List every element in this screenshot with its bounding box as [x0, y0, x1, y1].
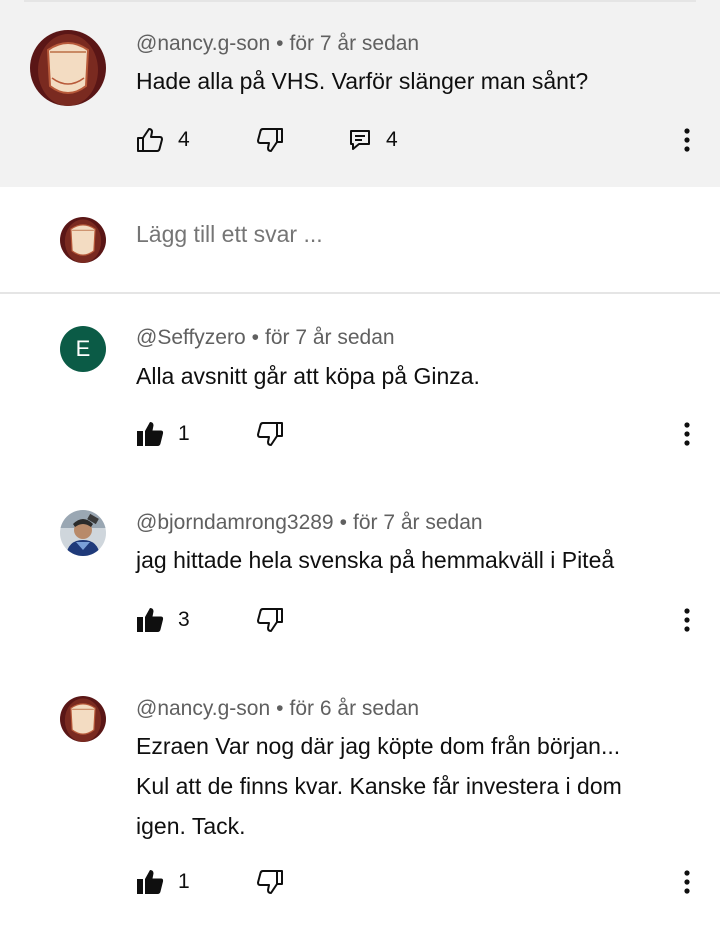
comment-actions: 3	[0, 600, 720, 640]
dislike-button[interactable]	[256, 862, 284, 902]
comment-text-line: igen. Tack.	[136, 813, 246, 839]
comment-text: jag hittade hela svenska på hemmakväll i…	[136, 547, 615, 573]
thumb-down-outline-icon	[257, 422, 283, 446]
comment-text: Alla avsnitt går att köpa på Ginza.	[136, 363, 480, 389]
avatar	[60, 217, 106, 263]
like-count: 1	[178, 422, 190, 445]
comment-time[interactable]: för 7 år sedan	[265, 326, 395, 349]
comment-actions: 1	[0, 862, 720, 902]
reply-input[interactable]	[136, 221, 676, 248]
parent-comment: @nancy.g-son • för 7 år sedan Hade alla på…	[0, 0, 720, 187]
thumb-up-filled-icon	[137, 422, 164, 446]
comment-meta: @bjorndamrong3289 • för 7 år sedan	[136, 511, 483, 535]
author-name[interactable]: @nancy.g-son	[136, 697, 270, 720]
avatar[interactable]: E	[60, 326, 106, 372]
thumb-up-filled-icon	[137, 870, 164, 894]
avatar[interactable]	[60, 696, 106, 742]
author-name[interactable]: @bjorndamrong3289	[136, 511, 334, 534]
meta-separator: •	[276, 32, 284, 55]
comment-meta: @Seffyzero • för 7 år sedan	[136, 326, 395, 350]
avatar[interactable]	[60, 510, 106, 556]
thumb-up-outline-icon	[137, 128, 163, 152]
avatar[interactable]	[30, 30, 106, 106]
comment-time[interactable]: för 7 år sedan	[353, 511, 483, 534]
like-button[interactable]: 4	[136, 120, 190, 160]
comment-text: Hade alla på VHS. Varför slänger man sån…	[136, 68, 589, 94]
top-divider	[24, 0, 696, 2]
dislike-button[interactable]	[256, 600, 284, 640]
reply-comment-icon	[350, 130, 370, 150]
more-vertical-icon	[684, 608, 690, 632]
thumb-up-filled-icon	[137, 608, 164, 632]
more-options-button[interactable]	[672, 120, 702, 160]
divider	[0, 292, 720, 294]
more-vertical-icon	[684, 128, 690, 152]
author-name[interactable]: @Seffyzero	[136, 326, 246, 349]
comment-time[interactable]: för 6 år sedan	[290, 697, 420, 720]
more-vertical-icon	[684, 422, 690, 446]
more-vertical-icon	[684, 870, 690, 894]
comment-actions: 1	[0, 414, 720, 454]
like-count: 4	[178, 128, 190, 151]
reply-count: 4	[386, 128, 398, 151]
like-button[interactable]: 3	[136, 600, 190, 640]
reply-composer	[0, 187, 720, 293]
like-button[interactable]: 1	[136, 414, 190, 454]
thumb-down-outline-icon	[257, 870, 283, 894]
more-options-button[interactable]	[672, 600, 702, 640]
comment-text: Ezraen Var nog där jag köpte dom från bö…	[136, 726, 706, 846]
comment-meta: @nancy.g-son • för 6 år sedan	[136, 697, 419, 721]
like-button[interactable]: 1	[136, 862, 190, 902]
thumb-down-outline-icon	[257, 128, 283, 152]
reply-button[interactable]: 4	[348, 120, 398, 160]
thumb-down-outline-icon	[257, 608, 283, 632]
comment-meta: @nancy.g-son • för 7 år sedan	[136, 32, 419, 56]
comment-actions: 4 4	[0, 120, 720, 160]
author-name[interactable]: @nancy.g-son	[136, 32, 270, 55]
like-count: 1	[178, 870, 190, 893]
meta-separator: •	[251, 326, 260, 349]
comment-time[interactable]: för 7 år sedan	[290, 32, 420, 55]
more-options-button[interactable]	[672, 414, 702, 454]
dislike-button[interactable]	[256, 120, 284, 160]
avatar-initial: E	[75, 336, 91, 361]
comment-text-line: Ezraen Var nog där jag köpte dom från bö…	[136, 733, 621, 759]
meta-separator: •	[339, 511, 347, 534]
comment-text-line: Kul att de finns kvar. Kanske får invest…	[136, 773, 622, 799]
more-options-button[interactable]	[672, 862, 702, 902]
like-count: 3	[178, 608, 190, 631]
dislike-button[interactable]	[256, 414, 284, 454]
meta-separator: •	[276, 697, 284, 720]
